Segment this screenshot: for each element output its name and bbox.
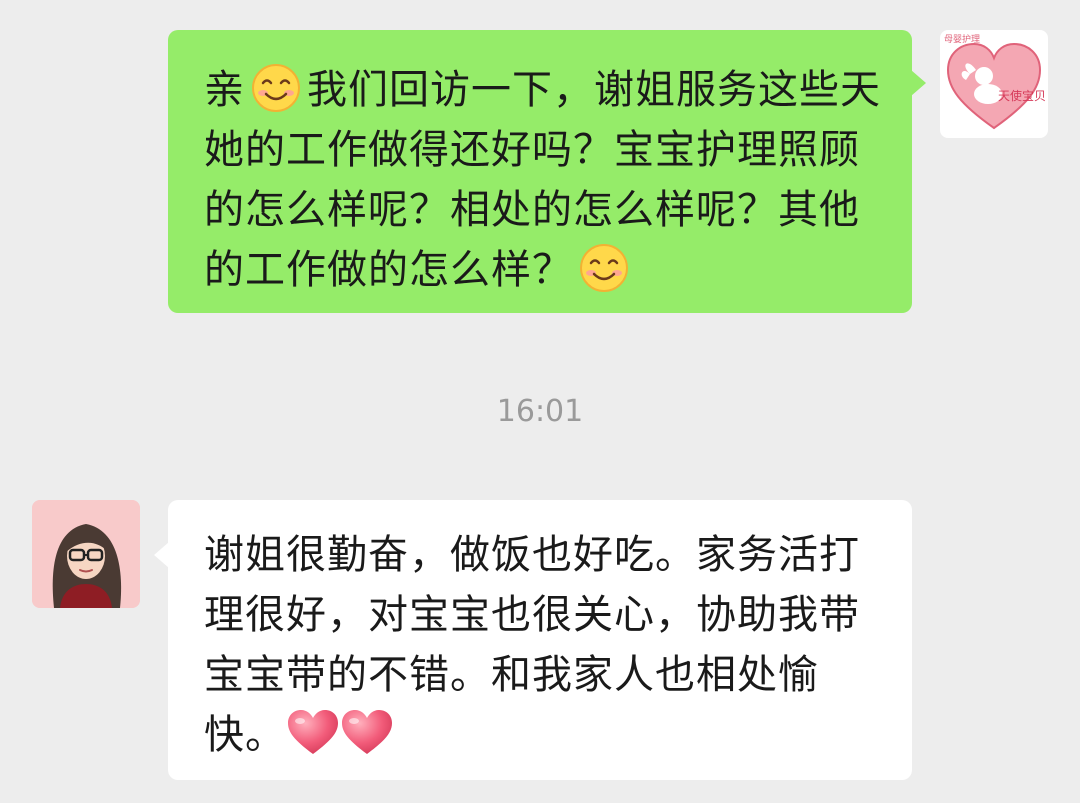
incoming-message-bubble[interactable]: 谢姐很勤奋，做饭也好吃。家务活打理很好，对宝宝也很关心，协助我带宝宝带的不错。和… <box>154 500 912 780</box>
smiling-face-emoji-icon <box>252 64 300 112</box>
smiling-face-emoji-icon <box>580 244 628 292</box>
woman-with-glasses-avatar-icon <box>32 500 140 608</box>
outgoing-message-text: 我们回访一下，谢姐服务这些天她的工作做得还好吗？宝宝护理照顾的怎么样呢？相处的怎… <box>204 67 881 293</box>
brand-logo-text: 天使宝贝 <box>998 88 1046 103</box>
outgoing-message-text-start: 亲 <box>204 67 245 113</box>
heart-emoji-icon <box>288 710 338 754</box>
outgoing-message-bubble[interactable]: 亲 我们回访一下，谢姐服务这些天她的工作做得还好吗？宝宝护理照顾的怎么样呢？相处… <box>168 30 926 313</box>
heart-emoji-icon <box>342 710 392 754</box>
contact-avatar[interactable] <box>32 500 140 608</box>
message-timestamp: 16:01 <box>496 394 584 429</box>
sender-avatar[interactable]: 母婴护理 天使宝贝 <box>940 30 1048 138</box>
angel-heart-logo-icon: 天使宝贝 <box>946 42 1046 130</box>
brand-small-label: 母婴护理 <box>944 35 981 45</box>
